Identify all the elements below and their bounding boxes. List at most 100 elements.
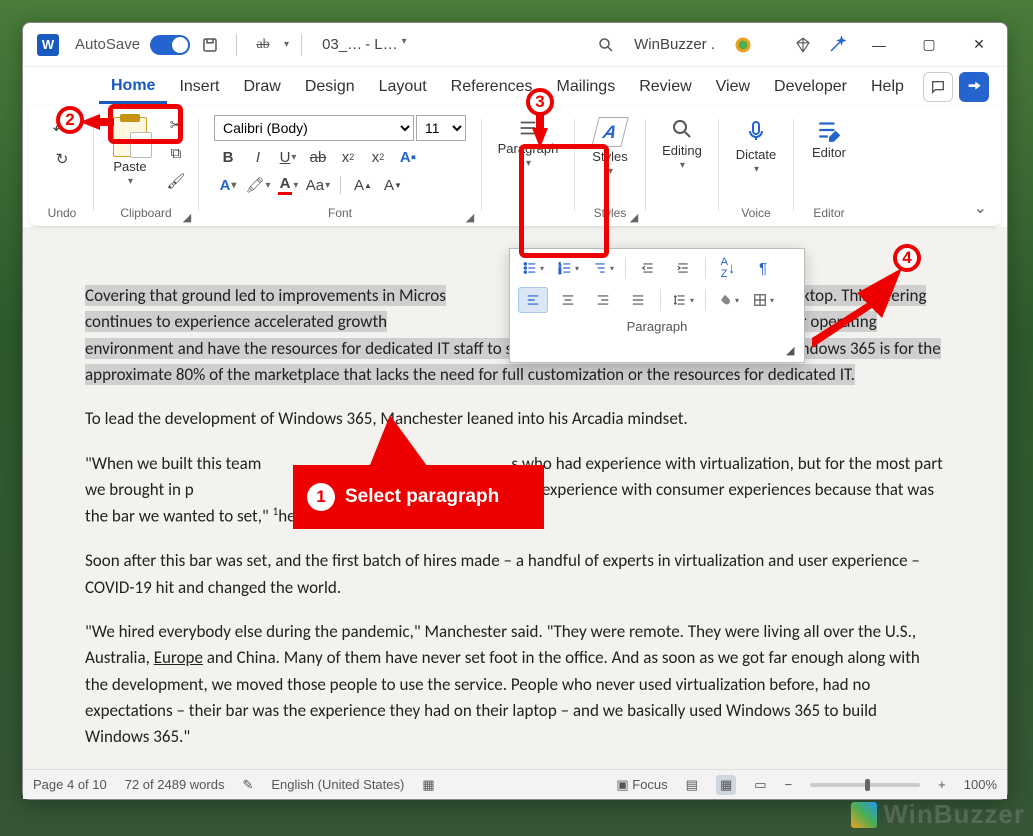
- highlight-button[interactable]: 🖍▾: [244, 173, 272, 197]
- tab-draw[interactable]: Draw: [231, 72, 292, 102]
- tab-view[interactable]: View: [704, 72, 762, 102]
- group-label: Editor: [813, 206, 844, 224]
- grow-font-button[interactable]: A▲: [349, 173, 377, 197]
- paste-button[interactable]: Paste ▾: [102, 113, 158, 191]
- tab-review[interactable]: Review: [627, 72, 703, 102]
- align-left-button[interactable]: [518, 287, 548, 313]
- align-right-button[interactable]: [588, 287, 618, 313]
- dictate-button[interactable]: Dictate ▾: [728, 113, 784, 179]
- decrease-indent-button[interactable]: [633, 255, 663, 281]
- align-center-button[interactable]: [553, 287, 583, 313]
- zoom-out-button[interactable]: −: [785, 777, 793, 792]
- annotation-circle-1: 1: [307, 483, 335, 511]
- font-family-select[interactable]: Calibri (Body): [214, 115, 414, 141]
- view-print-icon[interactable]: ▦: [716, 775, 736, 795]
- tab-developer[interactable]: Developer: [762, 72, 859, 102]
- format-painter-button[interactable]: 🖌: [162, 169, 190, 193]
- bold-button[interactable]: B: [214, 145, 242, 169]
- text-effects-button[interactable]: A▪: [394, 145, 422, 169]
- maximize-button[interactable]: ▢: [907, 25, 951, 65]
- zoom-slider[interactable]: [810, 783, 920, 787]
- wand-icon[interactable]: [823, 31, 851, 59]
- underline-button[interactable]: U▾: [274, 145, 302, 169]
- subscript-button[interactable]: x2: [334, 145, 362, 169]
- zoom-level[interactable]: 100%: [964, 777, 997, 792]
- chevron-down-icon: ▾: [754, 164, 759, 175]
- text-style-button[interactable]: A▾: [214, 173, 242, 197]
- spellcheck-icon[interactable]: ✎: [242, 777, 253, 793]
- tab-home[interactable]: Home: [99, 71, 167, 104]
- italic-button[interactable]: I: [244, 145, 272, 169]
- accessibility-icon[interactable]: ▦: [422, 777, 434, 793]
- document-title[interactable]: 03_… - L… ▾: [322, 36, 407, 53]
- collapse-ribbon-button[interactable]: ⌄: [974, 198, 1001, 226]
- increase-indent-button[interactable]: [668, 255, 698, 281]
- page-indicator[interactable]: Page 4 of 10: [33, 777, 107, 792]
- paragraph-launcher[interactable]: ◢: [786, 344, 800, 358]
- borders-button[interactable]: [748, 287, 778, 313]
- shading-button[interactable]: [713, 287, 743, 313]
- shrink-font-button[interactable]: A▼: [379, 173, 407, 197]
- superscript-button[interactable]: x2: [364, 145, 392, 169]
- user-name[interactable]: WinBuzzer .: [634, 36, 715, 53]
- svg-text:3: 3: [559, 270, 562, 275]
- user-avatar-icon[interactable]: [729, 31, 757, 59]
- strike-icon[interactable]: ab: [249, 31, 277, 59]
- share-button[interactable]: [959, 72, 989, 102]
- paragraph-popup: 123 AZ↓ ¶ Paragraph ◢: [509, 248, 805, 363]
- change-case-button[interactable]: Aa▾: [304, 173, 332, 197]
- editing-button[interactable]: Editing ▾: [654, 113, 710, 175]
- chevron-down-icon[interactable]: ▾: [284, 39, 289, 50]
- language-indicator[interactable]: English (United States): [271, 777, 404, 792]
- search-icon[interactable]: [592, 31, 620, 59]
- justify-button[interactable]: [623, 287, 653, 313]
- diamond-icon[interactable]: [789, 31, 817, 59]
- tab-help[interactable]: Help: [859, 72, 916, 102]
- font-size-select[interactable]: 11: [416, 115, 466, 141]
- chevron-down-icon: ▾: [128, 176, 133, 187]
- bullets-button[interactable]: [518, 255, 548, 281]
- font-color-button[interactable]: A▾: [274, 173, 302, 197]
- clipboard-launcher[interactable]: ◢: [180, 210, 194, 224]
- show-marks-button[interactable]: ¶: [748, 255, 778, 281]
- group-label: Font: [328, 206, 352, 224]
- multilevel-button[interactable]: [588, 255, 618, 281]
- sort-button[interactable]: AZ↓: [713, 255, 743, 281]
- tab-design[interactable]: Design: [293, 72, 367, 102]
- paragraph-2[interactable]: To lead the development of Windows 365, …: [85, 406, 945, 432]
- tab-mailings[interactable]: Mailings: [545, 72, 628, 102]
- paragraph-4[interactable]: Soon after this bar was set, and the fir…: [85, 548, 945, 601]
- focus-button[interactable]: ▣ Focus: [616, 777, 667, 793]
- paragraph-5[interactable]: "We hired everybody else during the pand…: [85, 619, 945, 751]
- font-launcher[interactable]: ◢: [463, 210, 477, 224]
- styles-button[interactable]: A Styles ▾: [582, 113, 638, 181]
- strikethrough-button[interactable]: ab: [304, 145, 332, 169]
- styles-icon: A: [591, 117, 628, 147]
- line-spacing-button[interactable]: [668, 287, 698, 313]
- group-editing: Editing ▾: [648, 111, 716, 226]
- tab-layout[interactable]: Layout: [367, 72, 439, 102]
- group-paragraph: Paragraph ▾: [484, 111, 572, 226]
- chevron-down-icon: ▾: [680, 160, 685, 171]
- copy-button[interactable]: ⧉: [162, 141, 190, 165]
- word-window: W AutoSave ab ▾ 03_… - L… ▾ WinBuzzer . …: [22, 22, 1008, 800]
- editor-button[interactable]: Editor: [801, 113, 857, 164]
- cut-button[interactable]: ✂: [162, 113, 190, 137]
- tab-insert[interactable]: Insert: [167, 72, 231, 102]
- autosave-toggle[interactable]: [150, 35, 190, 55]
- paragraph-button[interactable]: Paragraph ▾: [490, 113, 567, 173]
- styles-launcher[interactable]: ◢: [627, 210, 641, 224]
- save-icon[interactable]: [196, 31, 224, 59]
- redo-button[interactable]: ↻: [48, 147, 76, 171]
- zoom-in-button[interactable]: +: [938, 777, 946, 792]
- annotation-callout-1: 1 Select paragraph: [293, 465, 544, 529]
- comments-button[interactable]: [923, 72, 953, 102]
- group-label: Voice: [741, 206, 770, 224]
- close-button[interactable]: ✕: [957, 25, 1001, 65]
- view-web-icon[interactable]: ▭: [754, 777, 766, 793]
- annotation-text-1: Select paragraph: [345, 486, 499, 508]
- word-count[interactable]: 72 of 2489 words: [125, 777, 225, 792]
- view-read-icon[interactable]: ▤: [686, 777, 698, 793]
- minimize-button[interactable]: —: [857, 25, 901, 65]
- numbering-button[interactable]: 123: [553, 255, 583, 281]
